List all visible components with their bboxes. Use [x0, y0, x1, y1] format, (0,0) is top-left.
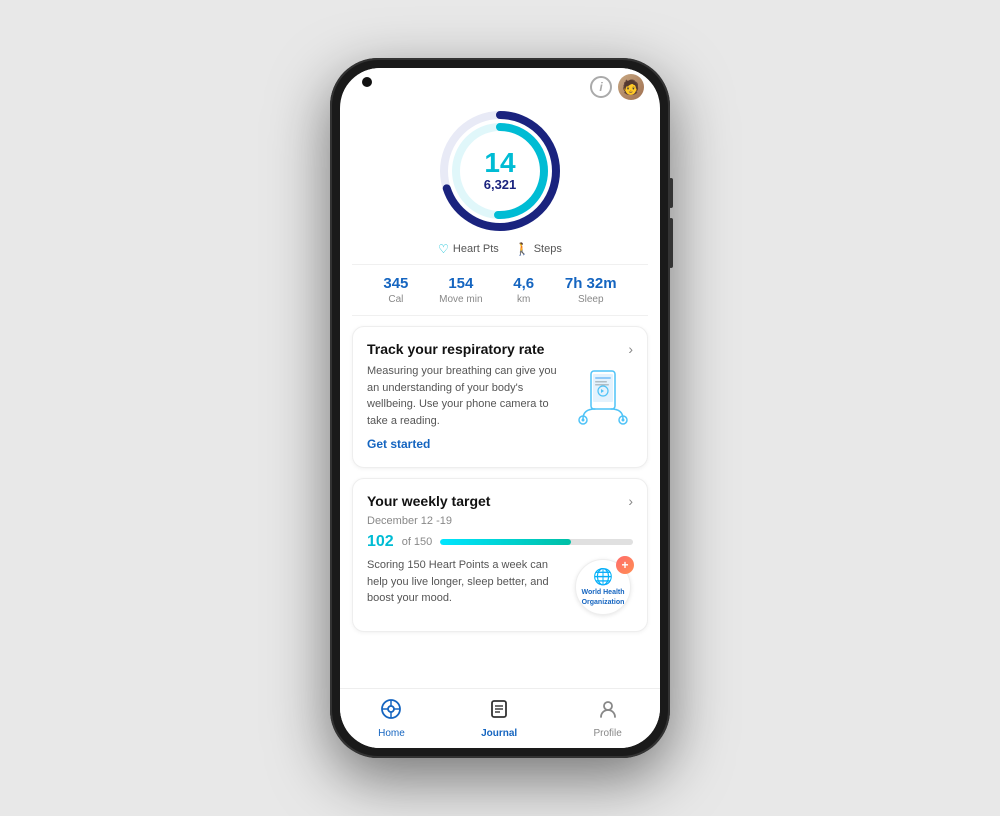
- weekly-progress-row: 102 of 150: [367, 533, 633, 551]
- nav-home[interactable]: Home: [362, 694, 421, 743]
- who-plus-icon: +: [616, 556, 634, 574]
- steps-value: 6,321: [484, 177, 517, 193]
- avatar[interactable]: 🧑: [618, 74, 644, 100]
- progress-bar-fill: [440, 539, 571, 545]
- sleep-value: 7h 32m: [565, 275, 617, 292]
- get-started-link[interactable]: Get started: [367, 437, 430, 451]
- ring-chart: 14 6,321: [435, 106, 565, 236]
- home-icon: [380, 698, 402, 726]
- respiratory-card: Track your respiratory rate › Measuring …: [352, 326, 648, 468]
- respiratory-card-body: Measuring your breathing can give you an…: [367, 363, 633, 453]
- stat-km: 4,6 km: [513, 275, 534, 305]
- weekly-score: 102: [367, 533, 394, 551]
- profile-icon: [597, 698, 619, 726]
- info-icon[interactable]: i: [590, 76, 612, 98]
- phone-frame: i 🧑: [330, 58, 670, 758]
- bottom-nav: Home Journal: [340, 688, 660, 748]
- weekly-target-card: Your weekly target › December 12 -19 102…: [352, 478, 648, 632]
- nav-profile[interactable]: Profile: [577, 694, 637, 743]
- stat-sleep: 7h 32m Sleep: [565, 275, 617, 305]
- heart-icon: ♡: [438, 242, 449, 256]
- volume-button: [669, 218, 673, 268]
- respiratory-title: Track your respiratory rate: [367, 341, 544, 357]
- home-label: Home: [378, 728, 405, 739]
- move-value: 154: [439, 275, 482, 292]
- steps-icon: 🚶: [515, 242, 530, 256]
- phone-screen: i 🧑: [340, 68, 660, 748]
- legend-steps: 🚶 Steps: [515, 242, 562, 256]
- km-value: 4,6: [513, 275, 534, 292]
- sleep-label: Sleep: [565, 294, 617, 305]
- respiratory-illustration: [573, 363, 633, 423]
- stat-cal: 345 Cal: [383, 275, 408, 305]
- cal-label: Cal: [383, 294, 408, 305]
- ring-legend: ♡ Heart Pts 🚶 Steps: [438, 242, 562, 256]
- top-icons: i 🧑: [590, 74, 644, 100]
- profile-label: Profile: [593, 728, 621, 739]
- km-label: km: [513, 294, 534, 305]
- respiratory-chevron-icon[interactable]: ›: [628, 341, 633, 357]
- camera-dot: [362, 77, 372, 87]
- weekly-chevron-icon[interactable]: ›: [628, 493, 633, 509]
- respiratory-card-header: Track your respiratory rate ›: [367, 341, 633, 357]
- who-badge: + 🌐 World HealthOrganization: [573, 557, 633, 617]
- cal-value: 345: [383, 275, 408, 292]
- weekly-date: December 12 -19: [367, 515, 633, 527]
- respiratory-description: Measuring your breathing can give you an…: [367, 363, 563, 429]
- weekly-description: Scoring 150 Heart Points a week can help…: [367, 557, 563, 607]
- weekly-card-header: Your weekly target ›: [367, 493, 633, 509]
- who-label: World HealthOrganization: [581, 588, 624, 606]
- nav-journal[interactable]: Journal: [465, 694, 533, 743]
- who-circle: + 🌐 World HealthOrganization: [575, 559, 631, 615]
- weekly-target-label: of 150: [402, 536, 433, 548]
- weekly-card-body: Scoring 150 Heart Points a week can help…: [367, 557, 633, 617]
- heart-pts-label: Heart Pts: [453, 243, 499, 255]
- move-label: Move min: [439, 294, 482, 305]
- stats-row: 345 Cal 154 Move min 4,6 km 7h 32m Sleep: [352, 264, 648, 316]
- ring-center: 14 6,321: [484, 149, 517, 193]
- progress-bar: [440, 539, 633, 545]
- status-bar: i 🧑: [340, 68, 660, 96]
- steps-label: Steps: [534, 243, 562, 255]
- power-button: [669, 178, 673, 208]
- who-globe-icon: 🌐: [593, 567, 613, 587]
- stat-move: 154 Move min: [439, 275, 482, 305]
- legend-heart: ♡ Heart Pts: [438, 242, 499, 256]
- journal-label: Journal: [481, 728, 517, 739]
- weekly-title: Your weekly target: [367, 493, 490, 509]
- heart-pts-value: 14: [484, 149, 517, 177]
- journal-icon: [488, 698, 510, 726]
- scroll-content: 14 6,321 ♡ Heart Pts 🚶 Steps: [340, 96, 660, 688]
- ring-section: 14 6,321 ♡ Heart Pts 🚶 Steps: [340, 96, 660, 264]
